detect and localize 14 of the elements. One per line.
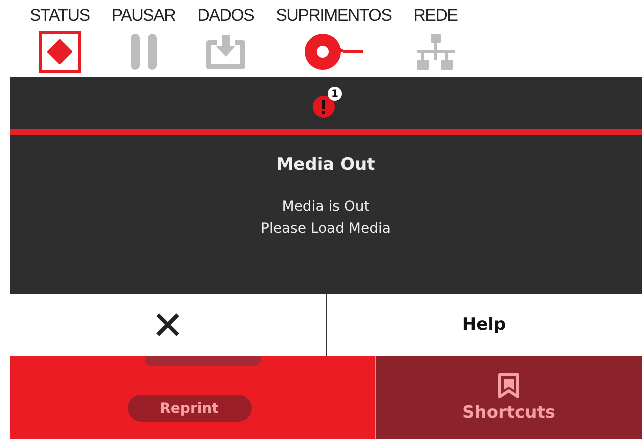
bookmark-icon	[498, 372, 520, 398]
dialog-message: Please Load Media	[261, 221, 391, 237]
close-icon	[154, 312, 181, 338]
tab[interactable]: DADOS	[198, 6, 254, 77]
dialog-title: Media Out	[276, 155, 376, 175]
tab[interactable]: SUPRIMENTOS	[276, 6, 392, 77]
tab[interactable]: PAUSAR	[112, 6, 176, 77]
dialog-message: Media is Out	[282, 199, 370, 215]
shortcuts-button[interactable]: Shortcuts	[375, 356, 642, 439]
alert-icon[interactable]	[313, 96, 335, 118]
reprint-button[interactable]: Reprint	[128, 395, 252, 422]
tab[interactable]: REDE	[414, 6, 458, 77]
alert-count-badge: 1	[328, 87, 342, 101]
tab[interactable]: STATUS	[30, 6, 90, 77]
